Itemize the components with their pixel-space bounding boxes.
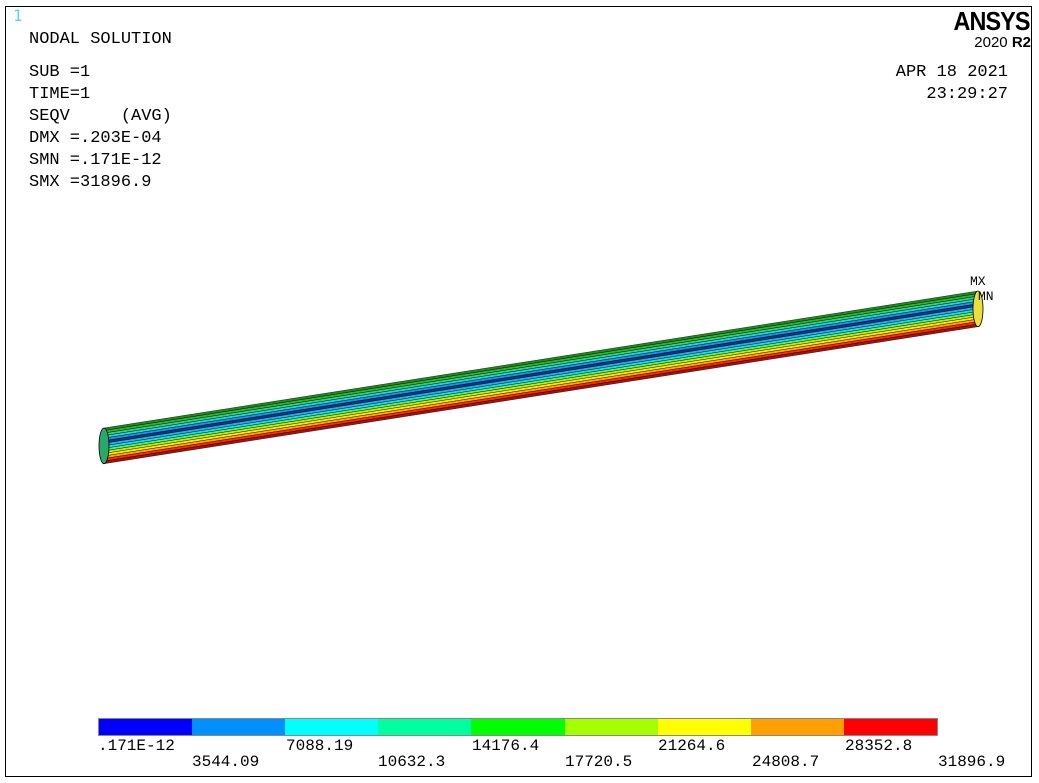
contour-legend-bar: [98, 718, 938, 736]
stress-contour-bands: [103, 290, 979, 464]
legend-label-4: 14176.4: [472, 737, 540, 755]
contour-band-4: [103, 300, 979, 441]
legend-label-7: 24808.7: [752, 753, 820, 771]
contour-band-7: [103, 308, 979, 449]
contour-band-3: [103, 298, 979, 439]
legend-swatch-4: [471, 719, 565, 735]
legend-swatch-5: [564, 719, 658, 735]
legend-swatch-0: [99, 719, 193, 735]
min-marker: MN: [978, 289, 994, 304]
beam-model: [98, 290, 984, 465]
legend-swatch-1: [192, 719, 286, 735]
legend-label-5: 17720.5: [565, 753, 633, 771]
max-marker: MX: [970, 274, 986, 289]
contour-band-0: [103, 290, 979, 431]
legend-label-9: 31896.9: [938, 753, 1006, 771]
beam-end-cap-left: [98, 427, 110, 465]
legend-label-8: 28352.8: [845, 737, 913, 755]
legend-label-0: .171E-12: [98, 737, 175, 755]
contour-band-12: [103, 321, 979, 462]
legend-label-1: 3544.09: [192, 753, 260, 771]
legend-swatch-2: [285, 719, 379, 735]
legend-label-6: 21264.6: [658, 737, 726, 755]
legend-swatch-7: [750, 719, 844, 735]
legend-swatch-8: [843, 719, 937, 735]
contour-band-13: [103, 323, 979, 464]
contour-band-5: [103, 303, 979, 444]
contour-band-6: [103, 306, 979, 447]
legend-swatch-6: [657, 719, 751, 735]
legend-label-3: 10632.3: [378, 753, 446, 771]
contour-band-9: [103, 313, 979, 454]
contour-band-1: [103, 293, 979, 434]
contour-band-2: [103, 295, 979, 436]
legend-label-2: 7088.19: [286, 737, 354, 755]
contour-band-8: [103, 311, 979, 452]
contour-band-11: [103, 318, 979, 459]
contour-band-10: [103, 316, 979, 457]
legend-swatch-3: [378, 719, 472, 735]
